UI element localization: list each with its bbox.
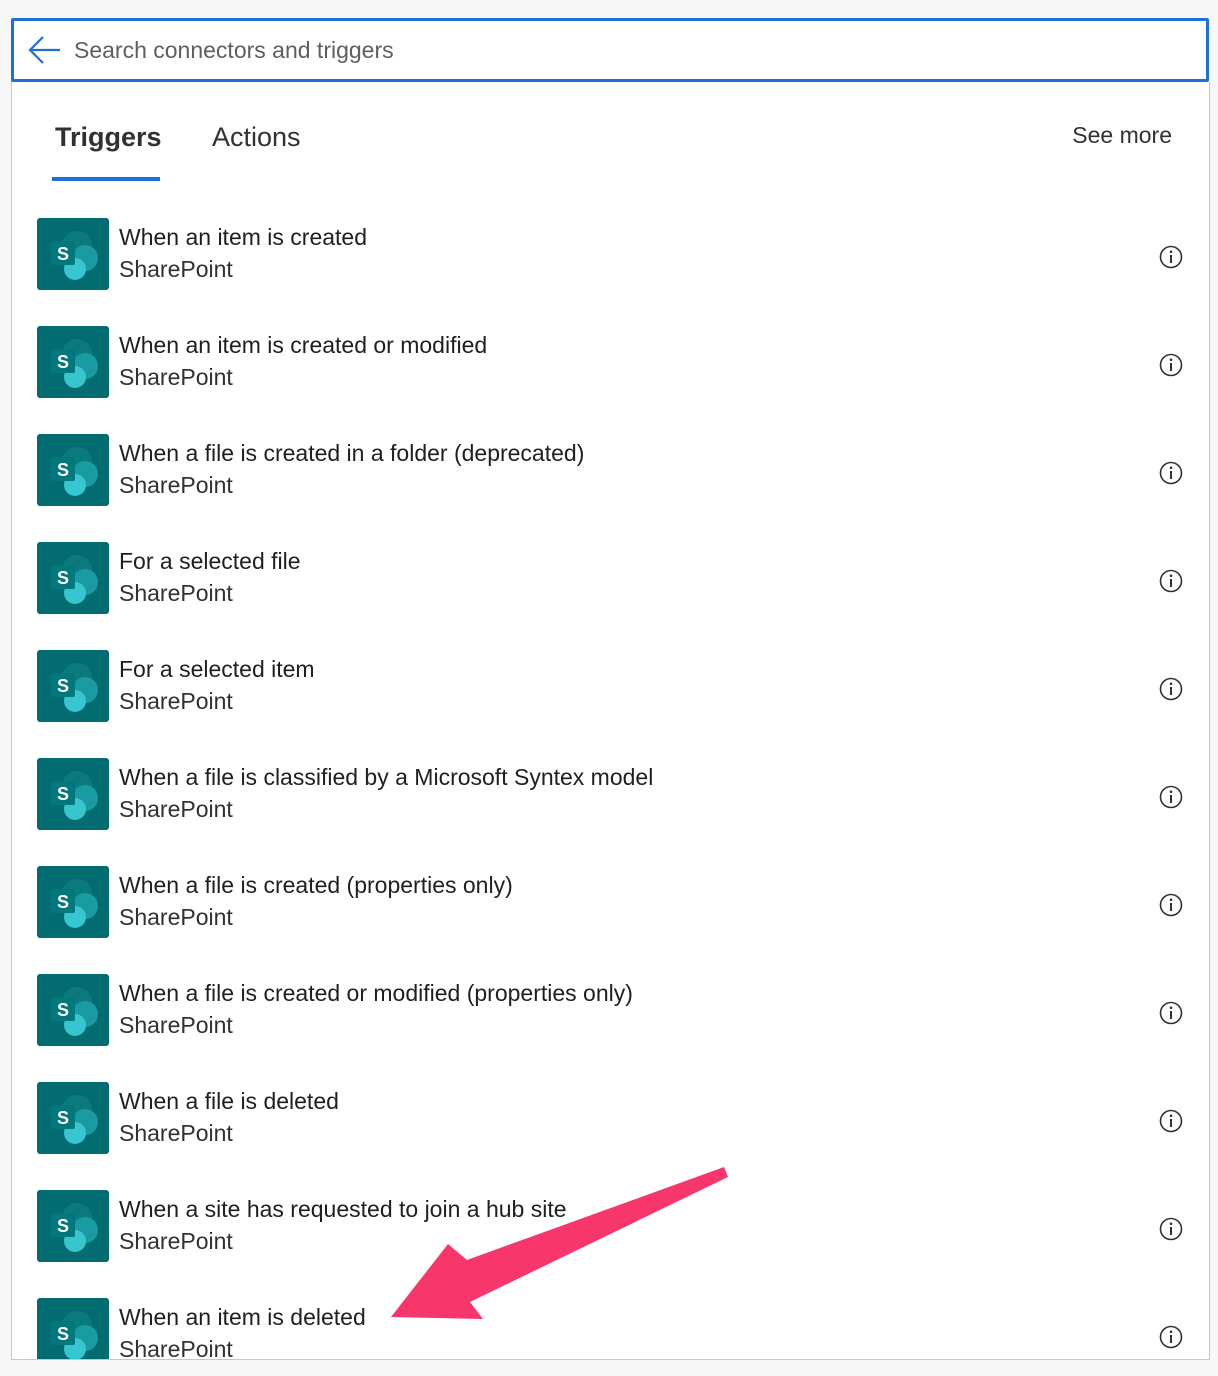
sharepoint-logo-icon: S xyxy=(37,758,109,830)
trigger-connector: SharePoint xyxy=(119,688,233,714)
trigger-connector: SharePoint xyxy=(119,256,233,282)
trigger-item[interactable]: S When a file is deleted SharePoint xyxy=(12,1070,1209,1178)
trigger-title: When an item is deleted xyxy=(119,1304,366,1330)
sharepoint-letter: S xyxy=(57,352,69,372)
trigger-item[interactable]: S When an item is created or modified Sh… xyxy=(12,314,1209,422)
sharepoint-logo-icon: S xyxy=(37,326,109,398)
arrow-left-icon[interactable] xyxy=(28,35,62,65)
info-icon[interactable] xyxy=(1159,245,1183,269)
trigger-connector: SharePoint xyxy=(119,904,233,930)
sharepoint-letter: S xyxy=(57,1108,69,1128)
info-icon[interactable] xyxy=(1159,1109,1183,1133)
trigger-connector: SharePoint xyxy=(119,364,233,390)
trigger-item[interactable]: S When a file is created in a folder (de… xyxy=(12,422,1209,530)
trigger-item[interactable]: S When an item is created SharePoint xyxy=(12,206,1209,314)
info-icon[interactable] xyxy=(1159,353,1183,377)
trigger-connector: SharePoint xyxy=(119,1120,233,1146)
trigger-connector: SharePoint xyxy=(119,1228,233,1254)
trigger-connector: SharePoint xyxy=(119,580,233,606)
trigger-title: When a file is classified by a Microsoft… xyxy=(119,764,654,790)
trigger-connector: SharePoint xyxy=(119,1336,233,1360)
trigger-item[interactable]: S When an item is deleted SharePoint xyxy=(12,1286,1209,1360)
sharepoint-letter: S xyxy=(57,892,69,912)
trigger-item[interactable]: S When a file is created (properties onl… xyxy=(12,854,1209,962)
trigger-item[interactable]: S When a file is classified by a Microso… xyxy=(12,746,1209,854)
sharepoint-logo-icon: S xyxy=(37,1190,109,1262)
sharepoint-logo-icon: S xyxy=(37,974,109,1046)
sharepoint-letter: S xyxy=(57,676,69,696)
search-box[interactable] xyxy=(11,18,1209,82)
sharepoint-logo-icon: S xyxy=(37,1082,109,1154)
info-icon[interactable] xyxy=(1159,461,1183,485)
trigger-title: When a file is created or modified (prop… xyxy=(119,980,633,1006)
trigger-title: When an item is created or modified xyxy=(119,332,488,358)
sharepoint-logo-icon: S xyxy=(37,1298,109,1359)
trigger-connector: SharePoint xyxy=(119,796,233,822)
results-panel: Triggers Actions See more S When an item… xyxy=(11,82,1210,1360)
info-icon[interactable] xyxy=(1159,1325,1183,1349)
sharepoint-logo-icon: S xyxy=(37,650,109,722)
tab-triggers[interactable]: Triggers xyxy=(55,122,162,153)
search-input[interactable] xyxy=(74,21,1174,79)
sharepoint-letter: S xyxy=(57,244,69,264)
trigger-connector: SharePoint xyxy=(119,472,233,498)
see-more-link[interactable]: See more xyxy=(1072,122,1172,149)
trigger-connector: SharePoint xyxy=(119,1012,233,1038)
sharepoint-letter: S xyxy=(57,1000,69,1020)
sharepoint-letter: S xyxy=(57,1216,69,1236)
info-icon[interactable] xyxy=(1159,1001,1183,1025)
info-icon[interactable] xyxy=(1159,569,1183,593)
trigger-title: When a file is created (properties only) xyxy=(119,872,513,898)
sharepoint-letter: S xyxy=(57,460,69,480)
info-icon[interactable] xyxy=(1159,893,1183,917)
sharepoint-letter: S xyxy=(57,784,69,804)
trigger-item[interactable]: S For a selected item SharePoint xyxy=(12,638,1209,746)
trigger-list: S When an item is created SharePoint S W… xyxy=(12,206,1209,1360)
sharepoint-letter: S xyxy=(57,568,69,588)
active-tab-indicator xyxy=(52,177,160,181)
info-icon[interactable] xyxy=(1159,677,1183,701)
trigger-title: When an item is created xyxy=(119,224,368,250)
trigger-title: When a file is deleted xyxy=(119,1088,339,1114)
tab-actions[interactable]: Actions xyxy=(212,122,301,153)
sharepoint-logo-icon: S xyxy=(37,218,109,290)
sharepoint-letter: S xyxy=(57,1324,69,1344)
trigger-title: For a selected file xyxy=(119,548,301,574)
trigger-title: When a file is created in a folder (depr… xyxy=(119,440,585,466)
trigger-title: For a selected item xyxy=(119,656,315,682)
trigger-item[interactable]: S For a selected file SharePoint xyxy=(12,530,1209,638)
info-icon[interactable] xyxy=(1159,1217,1183,1241)
info-icon[interactable] xyxy=(1159,785,1183,809)
sharepoint-logo-icon: S xyxy=(37,866,109,938)
sharepoint-logo-icon: S xyxy=(37,434,109,506)
sharepoint-logo-icon: S xyxy=(37,542,109,614)
trigger-item[interactable]: S When a site has requested to join a hu… xyxy=(12,1178,1209,1286)
trigger-title: When a site has requested to join a hub … xyxy=(119,1196,567,1222)
trigger-item[interactable]: S When a file is created or modified (pr… xyxy=(12,962,1209,1070)
